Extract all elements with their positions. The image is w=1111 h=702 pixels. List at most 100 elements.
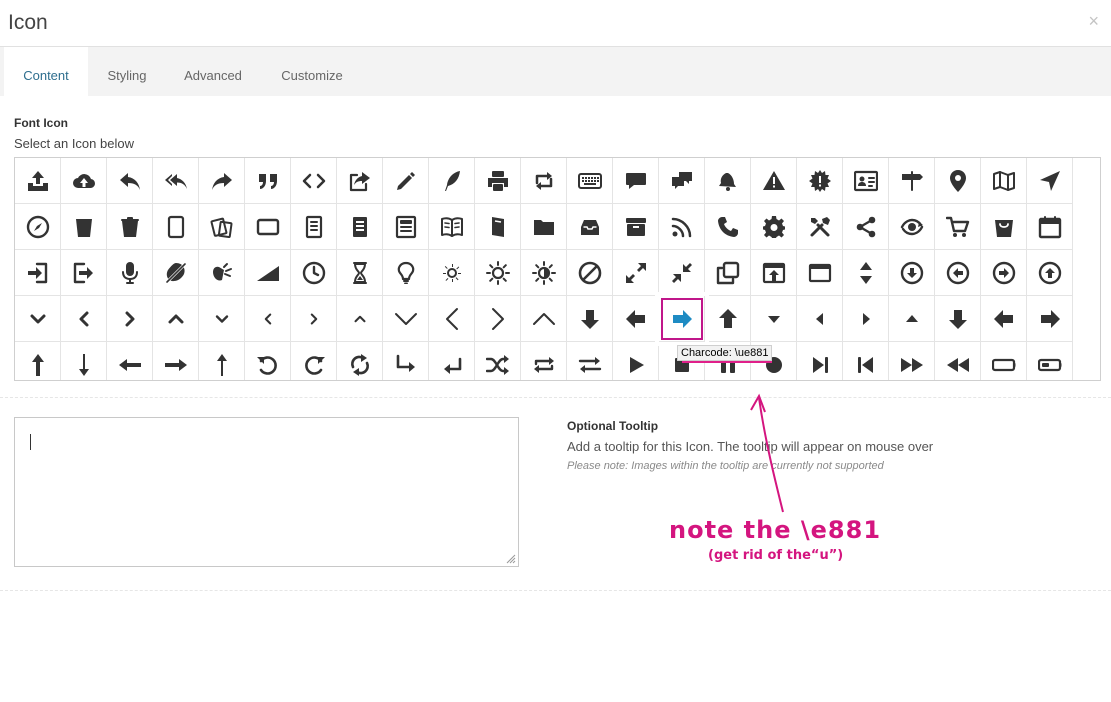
icon-cell[interactable]	[751, 158, 797, 204]
icon-cell[interactable]	[843, 158, 889, 204]
icon-cell[interactable]	[61, 296, 107, 342]
icon-cell[interactable]	[521, 296, 567, 342]
icon-cell[interactable]	[429, 296, 475, 342]
icon-cell[interactable]	[889, 204, 935, 250]
icon-cell[interactable]	[613, 250, 659, 296]
icon-cell[interactable]	[429, 158, 475, 204]
icon-cell[interactable]	[1027, 250, 1073, 296]
icon-picker-grid[interactable]	[14, 157, 1101, 381]
icon-cell[interactable]	[981, 342, 1027, 380]
icon-cell[interactable]	[245, 158, 291, 204]
icon-cell[interactable]	[429, 250, 475, 296]
icon-cell[interactable]	[935, 250, 981, 296]
icon-cell[interactable]	[659, 158, 705, 204]
icon-cell[interactable]	[981, 158, 1027, 204]
icon-cell[interactable]	[751, 204, 797, 250]
icon-cell[interactable]	[337, 158, 383, 204]
icon-cell[interactable]	[751, 250, 797, 296]
icon-cell[interactable]	[245, 342, 291, 380]
icon-cell[interactable]	[475, 158, 521, 204]
tooltip-textarea[interactable]	[14, 417, 519, 567]
icon-cell[interactable]	[751, 296, 797, 342]
icon-cell[interactable]	[245, 250, 291, 296]
icon-cell[interactable]	[567, 342, 613, 380]
icon-cell[interactable]	[613, 158, 659, 204]
icon-cell[interactable]	[245, 296, 291, 342]
icon-cell[interactable]	[659, 250, 705, 296]
icon-cell[interactable]	[107, 296, 153, 342]
icon-cell[interactable]	[475, 342, 521, 380]
icon-cell[interactable]	[291, 296, 337, 342]
icon-cell[interactable]	[981, 296, 1027, 342]
tab-styling[interactable]: Styling	[92, 47, 162, 96]
icon-cell[interactable]	[383, 250, 429, 296]
icon-cell[interactable]	[1027, 342, 1073, 380]
icon-cell[interactable]	[199, 158, 245, 204]
icon-cell[interactable]	[475, 250, 521, 296]
icon-cell[interactable]	[475, 296, 521, 342]
icon-cell[interactable]	[613, 296, 659, 342]
icon-cell[interactable]	[1027, 296, 1073, 342]
icon-cell[interactable]	[797, 204, 843, 250]
icon-cell[interactable]	[61, 250, 107, 296]
icon-cell[interactable]	[567, 158, 613, 204]
icon-cell[interactable]	[613, 204, 659, 250]
icon-cell[interactable]	[521, 250, 567, 296]
icon-cell[interactable]	[15, 204, 61, 250]
icon-cell[interactable]	[107, 158, 153, 204]
tab-content[interactable]: Content	[4, 47, 88, 96]
icon-cell[interactable]	[935, 296, 981, 342]
icon-cell[interactable]	[889, 250, 935, 296]
icon-cell[interactable]	[935, 204, 981, 250]
resize-grip-icon[interactable]	[506, 554, 516, 564]
icon-cell[interactable]	[107, 342, 153, 380]
icon-cell[interactable]	[429, 342, 475, 380]
icon-cell[interactable]	[153, 296, 199, 342]
icon-cell[interactable]	[337, 250, 383, 296]
icon-cell[interactable]	[659, 204, 705, 250]
icon-cell[interactable]	[429, 204, 475, 250]
icon-cell[interactable]	[613, 342, 659, 380]
icon-cell[interactable]	[889, 296, 935, 342]
icon-cell[interactable]	[935, 342, 981, 380]
icon-cell[interactable]	[659, 296, 705, 342]
icon-cell[interactable]	[567, 296, 613, 342]
icon-cell[interactable]	[797, 296, 843, 342]
icon-cell[interactable]	[291, 204, 337, 250]
icon-cell[interactable]	[797, 342, 843, 380]
icon-cell[interactable]	[107, 204, 153, 250]
icon-cell[interactable]	[981, 250, 1027, 296]
icon-cell[interactable]	[199, 296, 245, 342]
icon-cell[interactable]	[199, 342, 245, 380]
icon-cell[interactable]	[521, 158, 567, 204]
icon-cell[interactable]	[843, 250, 889, 296]
icon-cell[interactable]	[383, 204, 429, 250]
icon-cell[interactable]	[567, 250, 613, 296]
icon-cell[interactable]	[153, 158, 199, 204]
icon-cell[interactable]	[199, 204, 245, 250]
icon-cell[interactable]	[153, 342, 199, 380]
icon-cell[interactable]	[981, 204, 1027, 250]
icon-cell[interactable]	[199, 250, 245, 296]
icon-cell[interactable]	[153, 204, 199, 250]
icon-cell[interactable]	[15, 250, 61, 296]
tab-customize[interactable]: Customize	[266, 47, 358, 96]
icon-cell[interactable]	[797, 250, 843, 296]
icon-cell[interactable]	[705, 158, 751, 204]
icon-cell[interactable]	[61, 204, 107, 250]
icon-cell[interactable]	[521, 342, 567, 380]
icon-cell[interactable]	[705, 204, 751, 250]
icon-cell[interactable]	[889, 158, 935, 204]
icon-cell[interactable]	[705, 250, 751, 296]
icon-cell[interactable]	[291, 250, 337, 296]
icon-cell[interactable]	[567, 204, 613, 250]
icon-cell[interactable]	[383, 342, 429, 380]
icon-cell[interactable]	[521, 204, 567, 250]
icon-cell[interactable]	[61, 342, 107, 380]
icon-cell[interactable]	[705, 296, 751, 342]
icon-cell[interactable]	[291, 158, 337, 204]
icon-cell[interactable]	[843, 204, 889, 250]
icon-cell[interactable]	[15, 296, 61, 342]
icon-cell[interactable]	[889, 342, 935, 380]
icon-cell[interactable]	[15, 342, 61, 380]
